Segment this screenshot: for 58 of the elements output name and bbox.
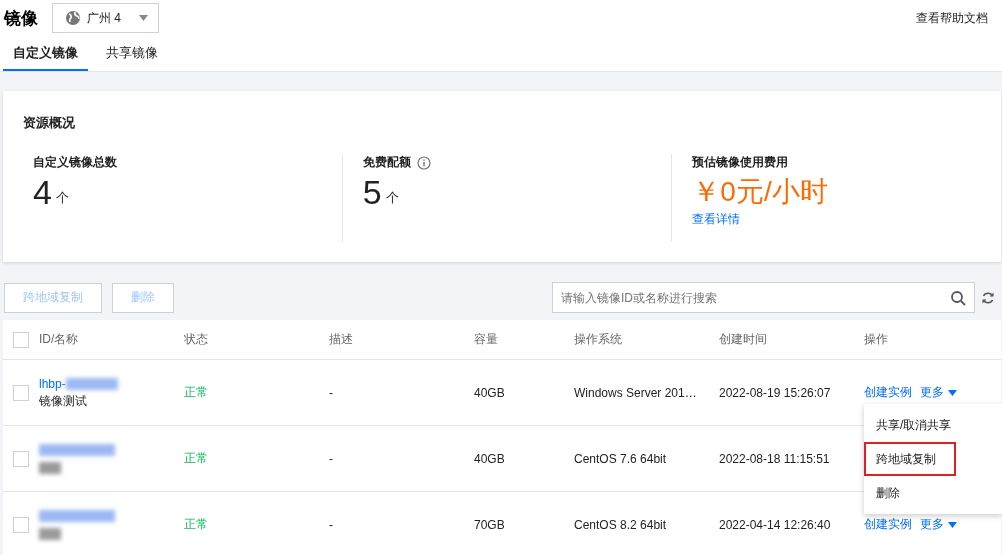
table-cell: - [329, 517, 333, 532]
details-link[interactable]: 查看详情 [692, 211, 741, 228]
image-id-link[interactable]: lhbp- [39, 376, 66, 391]
menu-item[interactable]: 删除 [864, 476, 956, 510]
table-cell: CentOS 7.6 64bit [574, 451, 667, 466]
section-title: 资源概况 [22, 114, 76, 132]
column-header: 创建时间 [719, 331, 767, 348]
action-link[interactable]: 创建实例 [864, 384, 912, 401]
checkbox[interactable] [13, 516, 29, 533]
refresh-icon[interactable] [981, 290, 995, 305]
help-link[interactable]: 查看帮助文档 [916, 9, 988, 27]
table-cell: - [329, 385, 333, 400]
checkbox[interactable] [13, 331, 29, 348]
column-header: 描述 [329, 331, 353, 348]
tab[interactable]: 自定义镜像 [3, 36, 88, 71]
more-link[interactable]: 更多 [920, 384, 957, 401]
column-header: 操作 [864, 331, 888, 348]
stat-label: 预估镜像使用费用 [692, 154, 789, 171]
caret-icon [948, 521, 957, 528]
action-link[interactable]: 创建实例 [864, 516, 912, 533]
stat-value: 4 [33, 173, 52, 211]
tab[interactable]: 共享镜像 [96, 36, 168, 71]
cost-value: ￥0元/小时 [692, 175, 829, 209]
table-cell: 2022-08-19 15:26:07 [719, 385, 831, 400]
stat-label: 免费配额 [362, 154, 411, 171]
page-title: 镜像 [4, 7, 38, 30]
search-icon[interactable] [950, 290, 966, 306]
table-cell: 40GB [474, 451, 505, 466]
status-text: 正常 [184, 384, 208, 401]
table-cell: 2022-04-14 12:26:40 [719, 517, 831, 532]
checkbox[interactable] [13, 450, 29, 467]
table-cell: Windows Server 201… [574, 385, 697, 400]
column-header: 容量 [474, 331, 498, 348]
search-field[interactable]: 请输入镜像ID或名称进行搜索 [552, 282, 975, 313]
column-header: ID/名称 [39, 331, 79, 348]
status-text: 正常 [184, 516, 208, 533]
image-name: 镜像测试 [39, 393, 87, 410]
menu-item[interactable]: 跨地域复制 [864, 442, 956, 476]
menu-item[interactable]: 共享/取消共享 [864, 408, 956, 442]
stat-value: 5 [362, 173, 382, 211]
column-header: 操作系统 [574, 331, 622, 348]
stat-label: 自定义镜像总数 [33, 154, 117, 171]
info-icon[interactable] [416, 155, 431, 170]
stat-unit: 个 [55, 189, 69, 207]
table-cell: CentOS 8.2 64bit [574, 517, 667, 532]
table-cell: 40GB [474, 385, 505, 400]
stat-unit: 个 [385, 189, 399, 207]
table-cell: - [329, 451, 333, 466]
status-text: 正常 [184, 450, 208, 467]
more-link[interactable]: 更多 [920, 516, 957, 533]
region-dropdown[interactable]: 广州 4 [52, 3, 159, 33]
table-cell: 70GB [474, 517, 505, 532]
caret-icon [139, 15, 148, 21]
globe-icon [65, 10, 81, 26]
table-cell: 2022-08-18 11:15:51 [719, 451, 830, 466]
checkbox[interactable] [13, 384, 29, 401]
column-header: 状态 [184, 331, 208, 348]
caret-icon [948, 389, 957, 396]
